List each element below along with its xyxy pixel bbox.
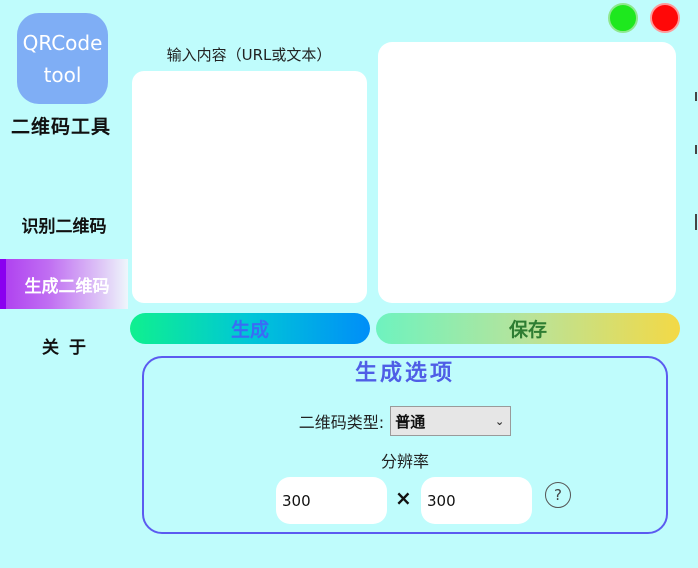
resolution-label: 分辨率 xyxy=(380,452,429,471)
minimize-button[interactable] xyxy=(608,3,638,33)
type-select[interactable]: 普通 ⌄ xyxy=(390,406,512,436)
times-icon: × xyxy=(395,486,412,510)
app-logo: QRCode tool xyxy=(17,13,108,104)
help-icon[interactable]: ? xyxy=(545,482,571,508)
sidebar-item-label: 生成二维码 xyxy=(24,276,110,297)
edge-mark xyxy=(695,214,697,230)
close-button[interactable] xyxy=(650,3,680,33)
chevron-down-icon: ⌄ xyxy=(494,414,505,428)
type-select-value: 普通 xyxy=(395,412,426,431)
logo-line1: QRCode xyxy=(22,30,103,55)
type-row: 二维码类型: 普通 ⌄ xyxy=(144,406,666,436)
type-label: 二维码类型: xyxy=(298,413,385,432)
width-input[interactable]: 300 xyxy=(276,477,387,524)
height-input[interactable]: 300 xyxy=(421,477,532,524)
sidebar-item-label: 识别二维码 xyxy=(21,216,107,237)
sidebar-item-about[interactable]: 关于 xyxy=(0,320,128,370)
sidebar-item-generate[interactable]: 生成二维码 xyxy=(0,259,128,309)
generate-button[interactable]: 生成 xyxy=(130,313,370,344)
options-title: 生成选项 xyxy=(354,361,455,386)
qr-preview xyxy=(378,42,676,303)
sidebar-item-label: 关于 xyxy=(42,337,96,358)
save-button[interactable]: 保存 xyxy=(376,313,680,344)
app-name: 二维码工具 xyxy=(10,116,111,138)
input-label: 输入内容（URL或文本） xyxy=(166,46,332,64)
content-input[interactable] xyxy=(132,71,367,303)
edge-mark xyxy=(695,145,697,154)
edge-mark xyxy=(695,92,697,101)
sidebar-item-scan[interactable]: 识别二维码 xyxy=(0,199,128,249)
logo-line2: tool xyxy=(43,62,82,87)
options-panel: 生成选项 二维码类型: 普通 ⌄ 分辨率 300 × 300 ? xyxy=(142,356,668,534)
